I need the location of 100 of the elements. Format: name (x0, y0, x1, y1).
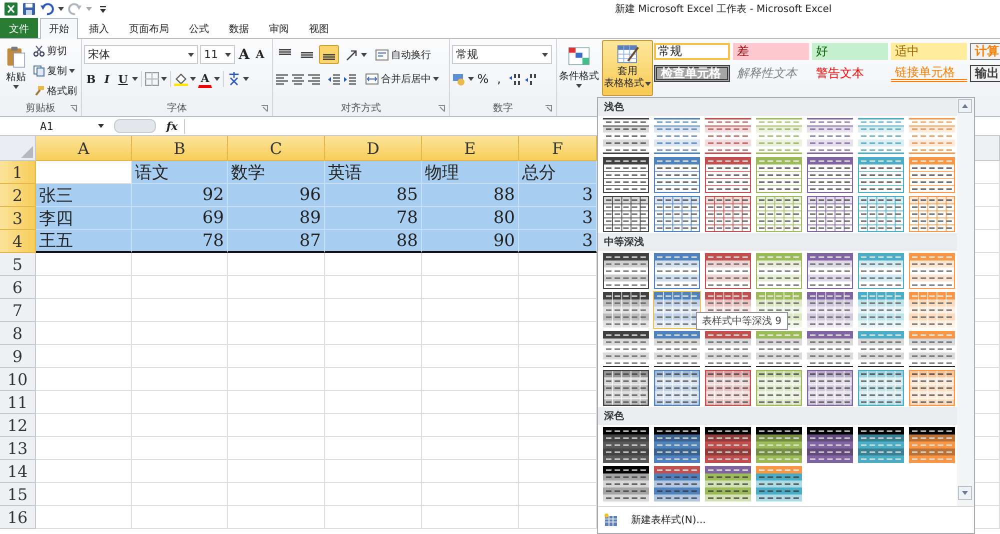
row-header[interactable]: 14 (0, 460, 36, 483)
align-right-icon[interactable] (307, 72, 321, 86)
empty-cell[interactable] (132, 345, 228, 368)
table-style-thumbnail[interactable] (602, 194, 650, 232)
format-as-table-button[interactable]: 套用 表格格式 (602, 40, 653, 96)
empty-cell[interactable] (325, 483, 422, 506)
caret-icon[interactable] (361, 52, 367, 56)
table-style-thumbnail[interactable] (806, 368, 854, 406)
table-style-thumbnail[interactable] (806, 116, 854, 154)
row-header[interactable]: 10 (0, 368, 36, 391)
conditional-formatting-button[interactable]: 条件格式 (557, 40, 601, 91)
empty-cell[interactable] (422, 437, 519, 460)
table-style-thumbnail[interactable] (806, 290, 854, 328)
column-header[interactable]: C (228, 136, 325, 161)
table-style-thumbnail[interactable] (857, 290, 905, 328)
row-header[interactable]: 7 (0, 299, 36, 322)
ribbon-tab[interactable]: 视图 (300, 18, 338, 38)
align-center-icon[interactable] (291, 72, 305, 86)
caret-icon[interactable] (190, 77, 196, 81)
table-style-thumbnail[interactable] (704, 194, 752, 232)
table-style-thumbnail[interactable] (908, 156, 956, 194)
table-style-thumbnail[interactable] (653, 156, 701, 194)
empty-cell[interactable] (325, 276, 422, 299)
undo-icon[interactable] (40, 2, 54, 16)
row-header[interactable]: 15 (0, 483, 36, 506)
cell-style-option[interactable]: 好 (812, 43, 888, 60)
table-style-thumbnail[interactable] (755, 368, 803, 406)
ribbon-tab[interactable]: 页面布局 (120, 18, 178, 38)
empty-cell[interactable] (132, 276, 228, 299)
table-style-thumbnail[interactable] (806, 156, 854, 194)
table-style-thumbnail[interactable] (806, 194, 854, 232)
empty-cell[interactable] (132, 253, 228, 276)
empty-cell[interactable] (325, 391, 422, 414)
cell-style-option[interactable]: 输出 (970, 65, 1000, 82)
cell-style-option[interactable]: 适中 (891, 43, 967, 60)
row-header[interactable]: 1 (0, 161, 36, 184)
resize-handle[interactable] (114, 119, 156, 133)
wrap-text-button[interactable]: 自动换行 (373, 46, 433, 63)
dialog-launcher-icon[interactable] (261, 105, 268, 112)
table-style-thumbnail[interactable] (857, 426, 905, 464)
grow-font-button[interactable]: A (237, 46, 251, 64)
row-header[interactable]: 11 (0, 391, 36, 414)
cell-style-option[interactable]: 差 (733, 43, 809, 60)
table-style-thumbnail[interactable] (908, 194, 956, 232)
empty-cell[interactable] (228, 460, 325, 483)
empty-cell[interactable] (132, 460, 228, 483)
scroll-up-button[interactable] (958, 99, 972, 113)
column-header[interactable]: B (132, 136, 228, 161)
table-style-thumbnail[interactable] (653, 252, 701, 290)
table-style-thumbnail[interactable] (755, 426, 803, 464)
ribbon-tab[interactable]: 数据 (220, 18, 258, 38)
empty-cell[interactable] (325, 299, 422, 322)
empty-cell[interactable] (422, 368, 519, 391)
ribbon-tab[interactable]: 插入 (80, 18, 118, 38)
table-style-thumbnail[interactable] (704, 330, 752, 368)
table-style-thumbnail[interactable] (908, 426, 956, 464)
caret-icon[interactable] (243, 77, 249, 81)
table-style-thumbnail[interactable] (806, 252, 854, 290)
format-painter-button[interactable]: 格式刷 (31, 82, 79, 99)
empty-cell[interactable] (132, 391, 228, 414)
table-style-thumbnail[interactable] (857, 194, 905, 232)
empty-cell[interactable] (422, 345, 519, 368)
align-left-icon[interactable] (275, 72, 289, 86)
table-style-thumbnail[interactable] (857, 368, 905, 406)
active-cell[interactable] (36, 161, 132, 184)
table-style-thumbnail[interactable] (755, 116, 803, 154)
row-header[interactable]: 6 (0, 276, 36, 299)
empty-cell[interactable] (325, 460, 422, 483)
save-icon[interactable] (22, 2, 36, 16)
empty-cell[interactable] (228, 368, 325, 391)
table-style-thumbnail[interactable] (602, 330, 650, 368)
shrink-font-button[interactable]: A (253, 46, 267, 64)
table-style-thumbnail[interactable] (857, 156, 905, 194)
table-style-thumbnail[interactable] (704, 252, 752, 290)
table-style-thumbnail[interactable] (704, 464, 752, 502)
row-header[interactable]: 8 (0, 322, 36, 345)
empty-cell[interactable] (422, 253, 519, 276)
percent-button[interactable]: % (476, 70, 490, 88)
table-style-thumbnail[interactable] (908, 368, 956, 406)
column-header[interactable]: A (36, 136, 132, 161)
ribbon-tab[interactable]: 开始 (40, 18, 78, 39)
row-header[interactable]: 9 (0, 345, 36, 368)
text-orientation-icon[interactable] (345, 48, 359, 62)
empty-cell[interactable] (325, 506, 422, 529)
row-header[interactable]: 3 (0, 207, 36, 230)
empty-cell[interactable] (132, 506, 228, 529)
row-header[interactable]: 12 (0, 414, 36, 437)
ribbon-tab[interactable]: 文件 (0, 18, 38, 38)
dialog-launcher-icon[interactable] (438, 105, 445, 112)
table-style-thumbnail[interactable] (653, 426, 701, 464)
dialog-launcher-icon[interactable] (70, 105, 77, 112)
empty-cell[interactable] (422, 299, 519, 322)
caret-icon[interactable] (161, 77, 167, 81)
empty-cell[interactable] (132, 437, 228, 460)
font-name-field[interactable]: 宋体 (84, 45, 198, 64)
increase-indent-icon[interactable] (343, 72, 357, 86)
table-style-thumbnail[interactable] (755, 330, 803, 368)
table-style-thumbnail[interactable] (908, 116, 956, 154)
table-style-thumbnail[interactable] (653, 116, 701, 154)
table-style-thumbnail[interactable] (704, 426, 752, 464)
